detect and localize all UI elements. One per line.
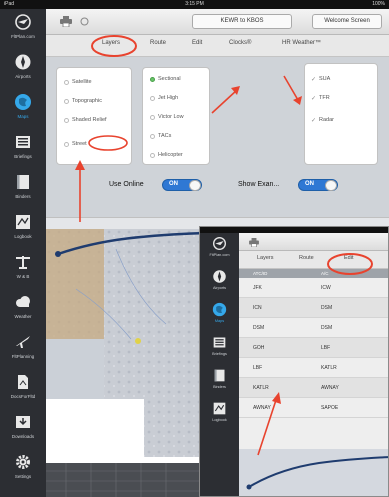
annotation-circle-street: [88, 135, 128, 151]
annotation-arrow-charts: [211, 89, 238, 114]
annotation-circle-route: [327, 253, 373, 275]
annotation-overlay: [75, 35, 373, 456]
annotation-circle-layers: [91, 35, 137, 57]
annotation-arrow-overlays: [283, 75, 299, 101]
annotation-arrow-route-table: [257, 396, 278, 456]
screenshot-root: iPad 3:15 PM 100% FltPlan.com Airports M…: [0, 0, 389, 497]
